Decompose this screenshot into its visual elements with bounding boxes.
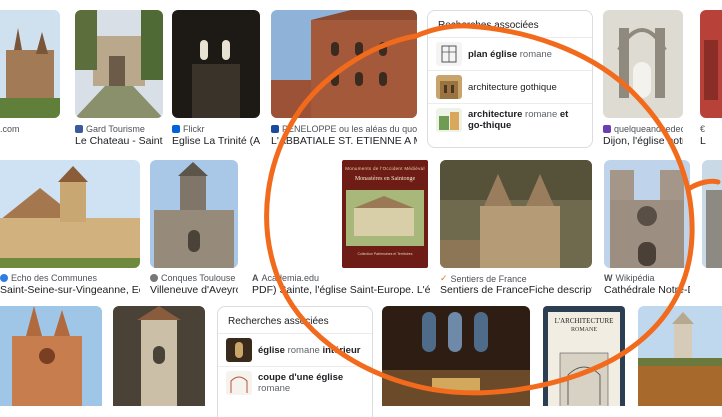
related-searches-card: Recherches associées plan église romane … — [427, 10, 593, 148]
wikipedia-icon: W — [604, 273, 613, 283]
result-image[interactable] — [603, 10, 683, 118]
result-image[interactable] — [0, 160, 140, 268]
interior-thumbnail-icon — [226, 338, 252, 362]
result-image[interactable] — [638, 306, 722, 406]
result-caption[interactable]: Sentiers de FranceFiche descriptive - … — [440, 284, 592, 296]
result-source: € — [700, 124, 706, 134]
result-image[interactable] — [0, 10, 60, 118]
result-caption[interactable]: Le Chateau - Saint-… — [75, 135, 163, 147]
result-caption[interactable]: Cathédrale Notre-D… — [604, 284, 690, 296]
result-tile[interactable]: Flickr Eglise La Trinité (A… — [172, 10, 260, 150]
result-image[interactable] — [382, 306, 530, 406]
result-image[interactable] — [604, 160, 690, 268]
book-subtitle: ROMANE — [570, 327, 597, 333]
related-searches-title: Recherches associées — [228, 316, 329, 327]
result-tile[interactable]: Echo des Communes Saint-Seine-sur-Vingea… — [0, 160, 140, 296]
result-tile[interactable] — [638, 306, 722, 406]
result-image[interactable] — [75, 10, 163, 118]
result-source: A Academia.edu — [252, 273, 320, 283]
result-source: Conques Toulouse - … — [150, 273, 238, 283]
result-caption[interactable]: Saint-Seine-sur-Vingeanne, Echo … — [0, 284, 140, 296]
result-image[interactable] — [702, 160, 722, 268]
related-searches-title: Recherches associées — [438, 20, 539, 31]
book-title: Monastères en Saintonge — [354, 176, 416, 182]
result-image[interactable] — [150, 160, 238, 268]
result-tile[interactable]: ✓ Sentiers de France Sentiers de FranceF… — [440, 160, 592, 296]
result-tile[interactable]: W Wikipédia Cathédrale Notre-D… — [604, 160, 690, 296]
result-image[interactable] — [271, 10, 417, 118]
favicon-icon — [0, 274, 8, 282]
result-caption[interactable]: L — [700, 135, 722, 147]
section-thumbnail-icon — [226, 371, 252, 395]
related-search-item[interactable]: église romane intérieur — [218, 333, 372, 366]
result-tile[interactable]: L'ARCHITECTURE ROMANE — [543, 306, 625, 406]
result-source: quelqueandsedecul… — [603, 124, 683, 134]
favicon-icon — [172, 125, 180, 133]
result-source: Echo des Communes — [0, 273, 97, 283]
result-tile[interactable]: .com — [0, 10, 60, 150]
result-image[interactable] — [700, 10, 722, 118]
result-caption[interactable]: Dijon, l'église notre-… — [603, 135, 683, 147]
plan-thumbnail-icon — [436, 42, 462, 66]
favicon-icon — [271, 125, 279, 133]
result-source: PENELOPPE ou les aléas du quotidie… — [271, 124, 417, 134]
result-caption[interactable]: Eglise La Trinité (A… — [172, 135, 260, 147]
related-search-item[interactable]: architecture romane et go-thique — [428, 103, 592, 136]
result-caption[interactable]: PDF) Sainte, l'église Saint-Europe. L'ég… — [252, 284, 430, 296]
result-tile[interactable]: PENELOPPE ou les aléas du quotidie… L'AB… — [271, 10, 417, 150]
result-source: W Wikipédia — [604, 273, 655, 283]
favicon-icon — [75, 125, 83, 133]
result-tile[interactable] — [0, 306, 102, 406]
book-header: Monuments de l'Occident Médiéval — [345, 166, 425, 171]
result-tile[interactable] — [702, 160, 722, 296]
book-cover-image[interactable]: L'ARCHITECTURE ROMANE — [543, 306, 625, 406]
result-caption[interactable]: L'ABBATIALE ST. ETIENNE A MAR… — [271, 135, 417, 147]
related-search-item[interactable]: plan église romane — [428, 37, 592, 70]
result-source: ✓ Sentiers de France — [440, 273, 527, 284]
result-tile[interactable]: quelqueandsedecul… Dijon, l'église notre… — [603, 10, 683, 150]
related-search-item[interactable]: coupe d'une église romane — [218, 366, 372, 399]
result-image[interactable] — [0, 306, 102, 406]
book-cover-image[interactable]: Monuments de l'Occident Médiéval Monastè… — [342, 160, 428, 268]
result-source: Flickr — [172, 124, 205, 134]
architecture-thumbnail-icon — [436, 108, 462, 132]
related-searches-card: Recherches associées église romane intér… — [217, 306, 373, 417]
result-tile[interactable] — [382, 306, 530, 406]
result-image[interactable] — [172, 10, 260, 118]
result-image[interactable] — [440, 160, 592, 268]
favicon-icon — [603, 125, 611, 133]
result-image[interactable] — [113, 306, 205, 406]
leaf-icon: ✓ — [440, 273, 448, 283]
result-tile[interactable]: Monuments de l'Occident Médiéval Monastè… — [252, 160, 430, 296]
result-tile[interactable]: Gard Tourisme Le Chateau - Saint-… — [75, 10, 163, 150]
favicon-icon — [150, 274, 158, 282]
result-caption[interactable]: Villeneuve d'Aveyron — [150, 284, 238, 296]
related-search-item[interactable]: architecture gothique — [428, 70, 592, 103]
result-tile[interactable]: Conques Toulouse - … Villeneuve d'Aveyro… — [150, 160, 238, 296]
book-subtitle: Collection Patrimoines et Territoires — [357, 252, 413, 256]
result-source: .com — [0, 124, 20, 134]
result-tile[interactable]: € L — [700, 10, 722, 150]
book-title: L'ARCHITECTURE — [554, 317, 614, 325]
gothic-thumbnail-icon — [436, 75, 462, 99]
result-source: Gard Tourisme — [75, 124, 145, 134]
academia-icon: A — [252, 273, 259, 283]
result-tile[interactable] — [113, 306, 205, 406]
